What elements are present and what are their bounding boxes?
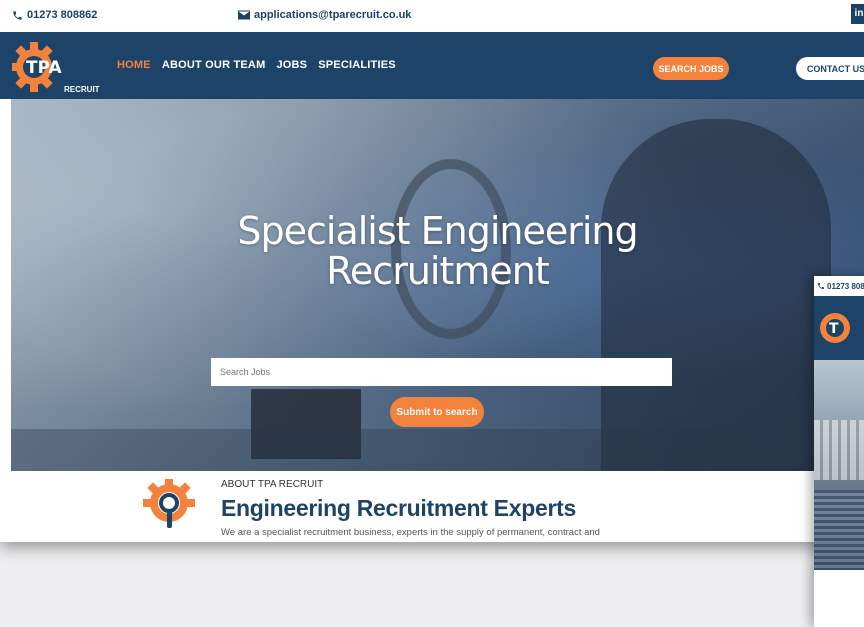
main-screenshot: 01273 808862 applications@tparecruit.co.…: [0, 0, 864, 542]
top-contact-bar: 01273 808862 applications@tparecruit.co.…: [0, 0, 864, 32]
about-kicker: ABOUT TPA RECRUIT: [221, 479, 324, 490]
email-link[interactable]: applications@tparecruit.co.uk: [238, 9, 411, 21]
svg-text:T: T: [829, 321, 839, 337]
phone-link[interactable]: 01273 808862: [12, 9, 97, 21]
tpa-recruit-logo-small: T: [820, 313, 850, 343]
about-section: ABOUT TPA RECRUIT Engineering Recruitmen…: [11, 471, 864, 542]
hero-title-line1: Specialist Engineering: [237, 209, 638, 253]
linkedin-icon[interactable]: in: [851, 4, 864, 24]
mobile-navbar: T: [814, 296, 864, 360]
main-navbar: TPA RECRUIT HOME ABOUT OUR TEAM JOBS SPE…: [0, 32, 864, 99]
hero-background-bench: [11, 429, 864, 471]
gear-magnifier-icon: [143, 479, 195, 528]
about-intro-text: We are a specialist recruitment business…: [221, 527, 600, 538]
nav-specialities[interactable]: SPECIALITIES: [318, 59, 396, 71]
contact-us-button[interactable]: CONTACT US: [796, 57, 864, 80]
submit-search-button[interactable]: Submit to search: [390, 397, 484, 427]
job-search-input[interactable]: [211, 358, 672, 386]
tpa-recruit-logo[interactable]: TPA RECRUIT: [12, 37, 100, 97]
envelope-icon: [238, 10, 250, 20]
phone-number: 01273 808862: [27, 9, 98, 21]
hero-title: Specialist Engineering Recruitment: [11, 211, 864, 291]
mobile-content-area: [814, 570, 864, 627]
phone-icon: [13, 10, 22, 20]
nav-about-our-team[interactable]: ABOUT OUR TEAM: [162, 59, 266, 71]
email-address: applications@tparecruit.co.uk: [254, 9, 412, 21]
mobile-top-bar: 01273 808: [814, 276, 864, 296]
phone-icon: [818, 283, 824, 289]
logo-subtext: RECRUIT: [64, 85, 100, 94]
nav-home[interactable]: HOME: [117, 59, 151, 71]
nav-jobs[interactable]: JOBS: [276, 59, 307, 71]
hero-title-line2: Recruitment: [326, 249, 550, 293]
marina-buildings: [814, 420, 864, 480]
hero-background-person: [601, 119, 831, 471]
mobile-phone-number: 01273 808: [827, 281, 864, 291]
marina-photo: [814, 360, 864, 570]
primary-nav: HOME ABOUT OUR TEAM JOBS SPECIALITIES: [117, 59, 396, 71]
logo-text: TPA: [26, 58, 62, 78]
mobile-screenshot: 01273 808 T: [814, 276, 864, 627]
search-jobs-button[interactable]: SEARCH JOBS: [653, 57, 729, 80]
marina-boats: [814, 490, 864, 570]
hero-banner: Specialist Engineering Recruitment Submi…: [11, 99, 864, 471]
about-heading: Engineering Recruitment Experts: [221, 495, 576, 521]
